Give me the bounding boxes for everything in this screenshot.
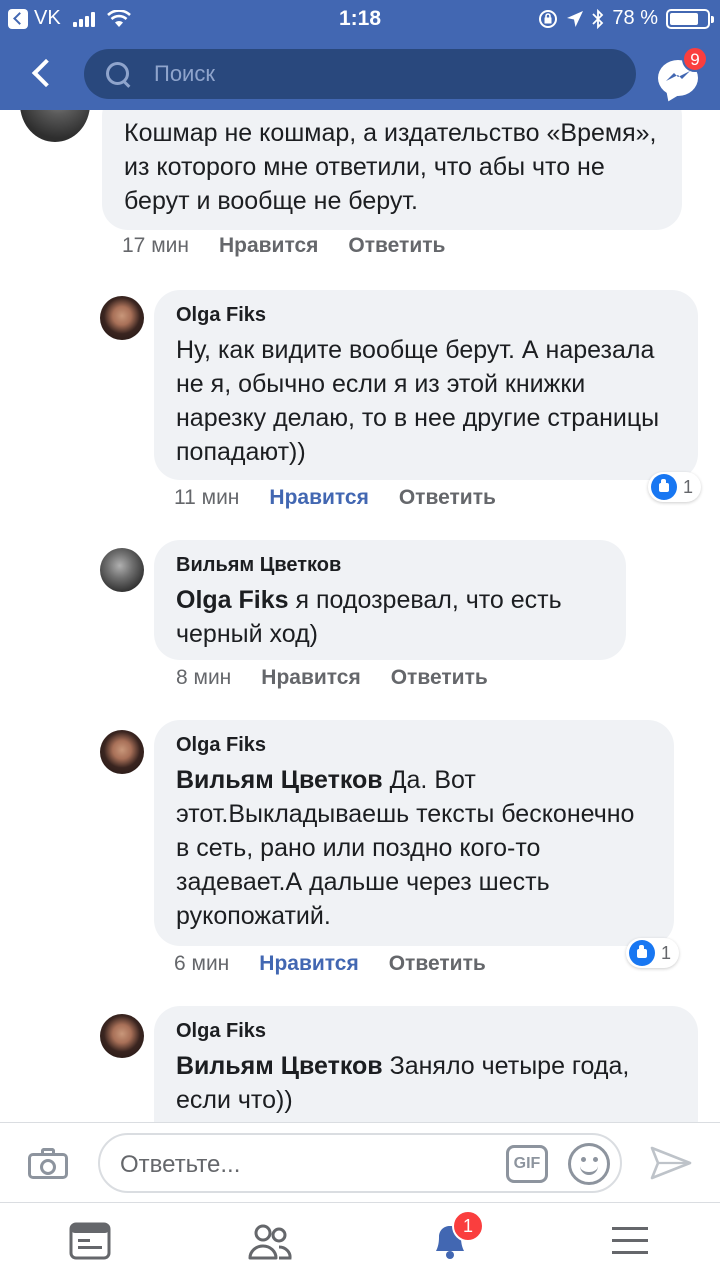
comment-meta: 6 мин Нравится Ответить <box>174 952 486 976</box>
back-button[interactable] <box>26 56 60 90</box>
like-reaction-icon <box>651 474 677 500</box>
reply-link[interactable]: Ответить <box>391 666 488 690</box>
comment-body: Вильям Цветков Да. Вот этот.Выкладываешь… <box>176 763 652 933</box>
reply-bar: Ответьте... GIF <box>0 1122 720 1202</box>
rotation-lock-icon <box>539 9 558 28</box>
comment-bubble: Кошмар не кошмар, а издательство «Время»… <box>102 110 682 230</box>
comment-meta: 17 мин Нравится Ответить <box>122 234 445 258</box>
tab-bar <box>0 1202 720 1280</box>
mention-link[interactable]: Olga Fiks <box>176 586 289 614</box>
reaction-number: 1 <box>683 476 694 497</box>
reaction-count[interactable]: 1 <box>648 472 702 502</box>
messenger-bolt-icon <box>666 71 690 81</box>
reply-placeholder: Ответьте... <box>120 1151 241 1178</box>
comment-time: 6 мин <box>174 952 230 975</box>
comment-bubble: Olga Fiks Вильям Цветков Заняло четыре г… <box>154 1006 698 1122</box>
avatar[interactable] <box>100 730 144 774</box>
status-right: 78 % <box>538 7 714 30</box>
comment-time: 17 мин <box>122 234 189 257</box>
search-input[interactable] <box>154 61 594 87</box>
like-reaction-icon <box>629 940 655 966</box>
comment-body: Olga Fiks я подозревал, что есть черный … <box>176 583 604 651</box>
tab-friends-icon[interactable] <box>248 1221 292 1261</box>
comment-bubble: Olga Fiks Вильям Цветков Да. Вот этот.Вы… <box>154 720 674 946</box>
comment-bubble: Вильям Цветков Olga Fiks я подозревал, ч… <box>154 540 626 660</box>
search-icon <box>104 60 132 88</box>
reaction-count[interactable]: 1 <box>626 938 680 968</box>
avatar[interactable] <box>20 110 90 142</box>
comment-text: Кошмар не кошмар, а издательство «Время»… <box>124 119 657 215</box>
tab-news-feed-icon[interactable] <box>68 1221 112 1261</box>
like-link[interactable]: Нравится <box>261 666 360 690</box>
emoji-icon[interactable] <box>568 1143 610 1185</box>
battery-percent: 78 % <box>612 7 658 29</box>
comment-time: 11 мин <box>174 486 240 509</box>
status-bar: VK 1:18 78 % <box>0 0 720 38</box>
comment-author[interactable]: Olga Fiks <box>176 304 676 327</box>
comment-author[interactable]: Вильям Цветков <box>176 554 604 577</box>
avatar[interactable] <box>100 548 144 592</box>
comment-author[interactable]: Olga Fiks <box>176 734 652 757</box>
messenger-badge: 9 <box>682 46 708 72</box>
comment-meta: 8 мин Нравится Ответить <box>176 666 488 690</box>
location-icon <box>567 10 584 27</box>
tab-menu-icon[interactable] <box>608 1221 652 1261</box>
comment-time: 8 мин <box>176 666 232 689</box>
battery-fill <box>670 12 699 25</box>
comment-bubble: Olga Fiks Ну, как видите вообще берут. А… <box>154 290 698 480</box>
mention-link[interactable]: Вильям Цветков <box>176 766 383 794</box>
like-link[interactable]: Нравится <box>269 486 368 510</box>
avatar[interactable] <box>100 1014 144 1058</box>
notifications-badge: 1 <box>452 1210 484 1242</box>
mention-link[interactable]: Вильям Цветков <box>176 1052 383 1080</box>
like-link[interactable]: Нравится <box>219 234 318 258</box>
reply-input[interactable]: Ответьте... GIF <box>98 1133 622 1193</box>
reaction-number: 1 <box>661 942 672 963</box>
camera-lens <box>40 1159 56 1175</box>
top-bar: VK 1:18 78 % Поиск 9 <box>0 0 720 110</box>
avatar[interactable] <box>100 296 144 340</box>
send-icon[interactable] <box>650 1145 692 1181</box>
comment-text: Ну, как видите вообще берут. А нарезала … <box>176 336 660 466</box>
comment-meta: 11 мин Нравится Ответить <box>174 486 496 510</box>
comments-list: Кошмар не кошмар, а издательство «Время»… <box>0 110 720 1122</box>
battery-icon <box>666 8 714 29</box>
search-bar[interactable] <box>84 49 636 99</box>
reply-link[interactable]: Ответить <box>399 486 496 510</box>
comment-body: Вильям Цветков Заняло четыре года, если … <box>176 1049 676 1117</box>
bluetooth-icon <box>592 8 604 29</box>
reply-link[interactable]: Ответить <box>389 952 486 976</box>
camera-icon[interactable] <box>28 1147 68 1179</box>
comment-author[interactable]: Olga Fiks <box>176 1020 676 1043</box>
reply-link[interactable]: Ответить <box>348 234 445 258</box>
like-link[interactable]: Нравится <box>259 952 358 976</box>
gif-button[interactable]: GIF <box>506 1145 548 1183</box>
